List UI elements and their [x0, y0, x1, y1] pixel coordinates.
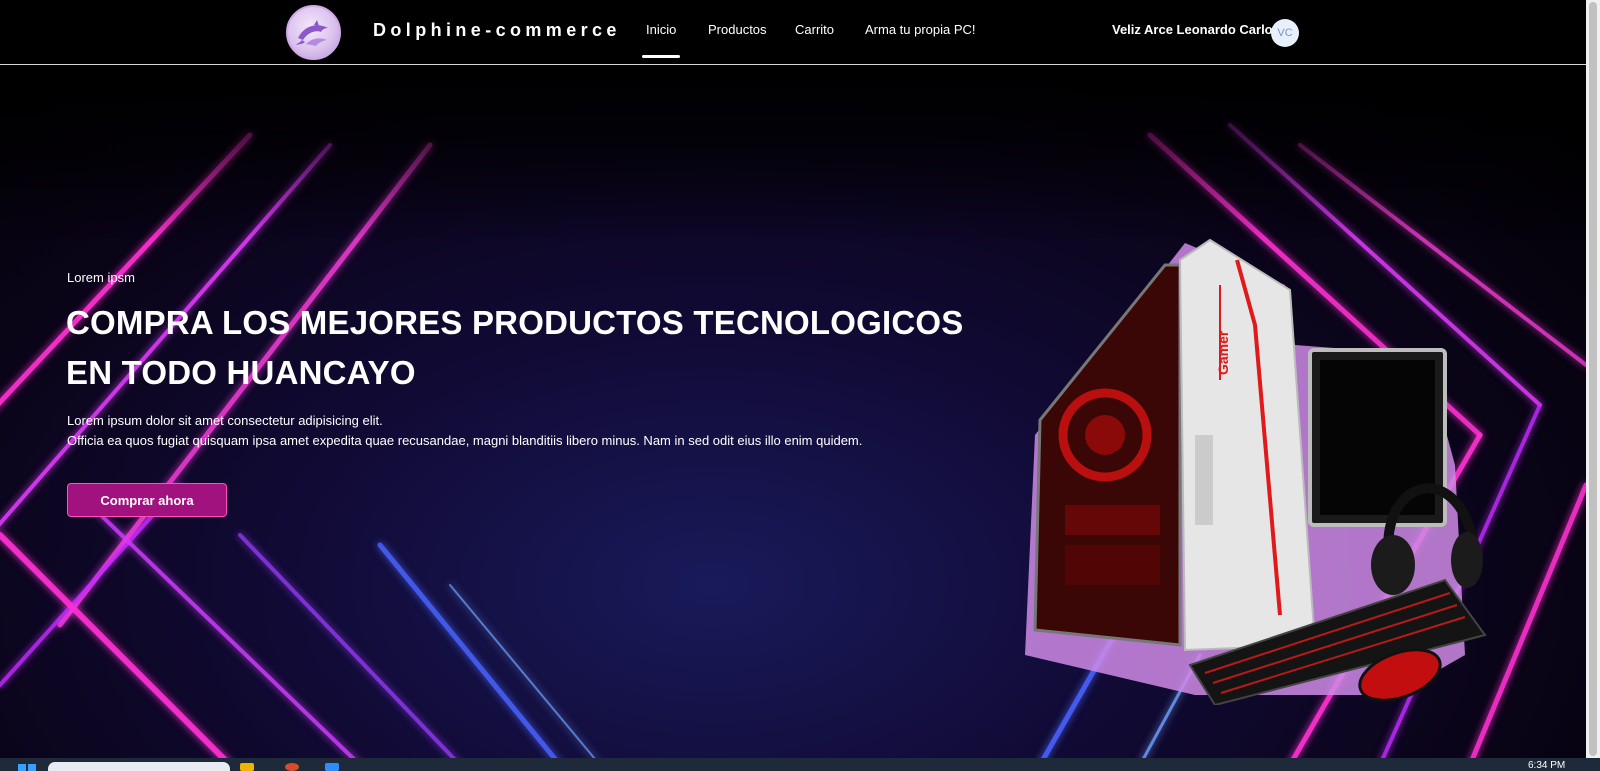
- hero-title: COMPRA LOS MEJORES PRODUCTOS TECNOLOGICO…: [66, 298, 966, 398]
- hero-desc-line1: Lorem ipsum dolor sit amet consectetur a…: [67, 413, 383, 428]
- hero-desc-line2: Officia ea quos fugiat quisquam ipsa ame…: [67, 433, 863, 448]
- brand-name[interactable]: Dolphine-commerce: [373, 20, 621, 41]
- os-taskbar: 6:34 PM: [0, 758, 1600, 771]
- taskbar-search[interactable]: [48, 762, 230, 771]
- hero-title-line1: COMPRA LOS MEJORES PRODUCTOS TECNOLOGICO…: [66, 304, 964, 341]
- hero-title-line2: EN TODO HUANCAYO: [66, 354, 416, 391]
- pc-case-glass: [1033, 263, 1182, 647]
- hero-banner: Lorem ipsm COMPRA LOS MEJORES PRODUCTOS …: [0, 65, 1586, 758]
- windows-start-icon[interactable]: [18, 764, 36, 771]
- user-name[interactable]: Veliz Arce Leonardo Carlos: [1112, 22, 1280, 37]
- hero-kicker: Lorem ipsm: [67, 270, 135, 285]
- user-avatar[interactable]: VC: [1271, 19, 1299, 47]
- scrollbar-thumb[interactable]: [1589, 2, 1597, 756]
- page-scrollbar[interactable]: [1586, 0, 1600, 758]
- vscode-icon[interactable]: [325, 763, 339, 771]
- top-navbar: Dolphine-commerce Inicio Productos Carri…: [0, 0, 1586, 65]
- nav-link-inicio[interactable]: Inicio: [641, 22, 681, 58]
- nav-link-carrito[interactable]: Carrito: [795, 22, 834, 37]
- nav-link-arma-tu-pc[interactable]: Arma tu propia PC!: [865, 22, 976, 37]
- comprar-ahora-button[interactable]: Comprar ahora: [67, 483, 227, 517]
- nav-link-productos[interactable]: Productos: [708, 22, 767, 37]
- file-explorer-icon[interactable]: [240, 763, 254, 771]
- taskbar-clock: 6:34 PM: [1528, 760, 1566, 771]
- chrome-icon[interactable]: [285, 763, 299, 771]
- brand-logo[interactable]: [286, 5, 341, 60]
- hero-description: Lorem ipsum dolor sit amet consectetur a…: [67, 411, 862, 451]
- case-brand-label: Gamer: [1215, 330, 1231, 375]
- dolphin-logo-icon: [295, 19, 328, 46]
- gaming-pc-image: Gamer: [1025, 238, 1487, 705]
